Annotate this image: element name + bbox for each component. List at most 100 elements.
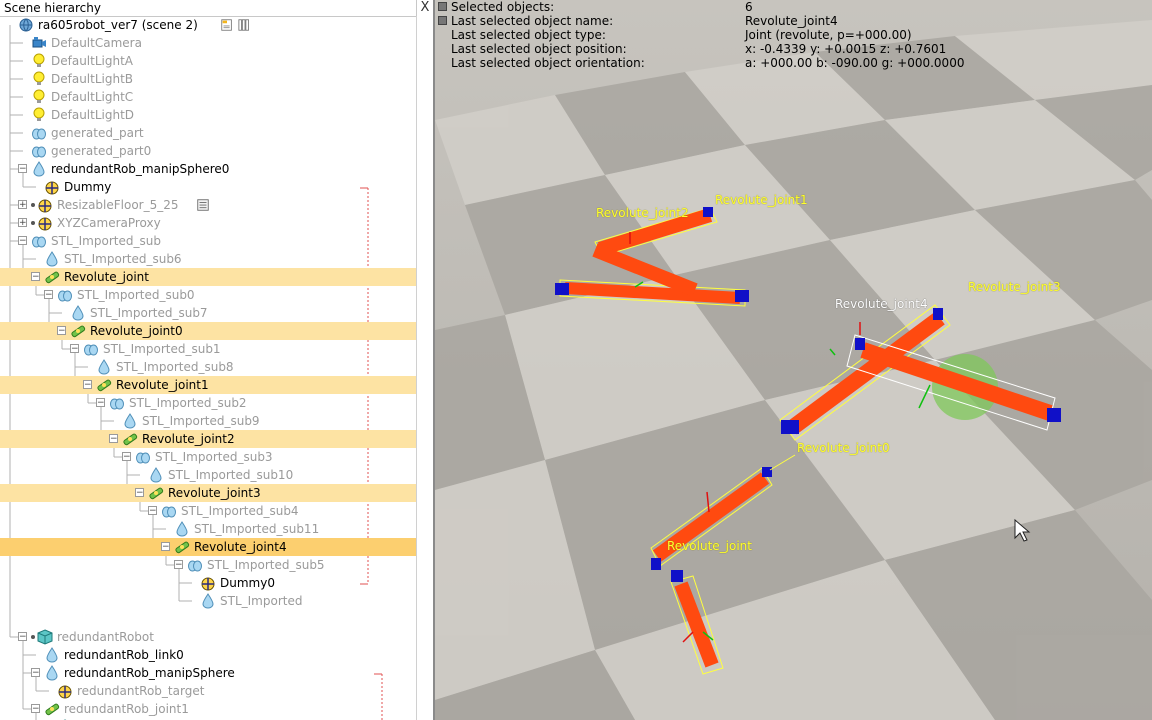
viewport-label-joint0[interactable]: Revolute_joint0 <box>797 441 890 455</box>
tree-row[interactable]: − Revolute_joint0 <box>0 322 416 340</box>
tree-item-label: Revolute_joint3 <box>168 486 261 500</box>
tree-row[interactable]: generated_part0 <box>0 142 416 160</box>
close-icon[interactable]: X <box>416 0 433 16</box>
info-toggle-icon[interactable] <box>438 16 447 25</box>
collapse-icon[interactable]: − <box>122 452 131 462</box>
scene-viewport[interactable]: Revolute_joint2 Revolute_joint1 Revolute… <box>435 0 1152 720</box>
collapse-icon[interactable]: − <box>57 326 66 336</box>
tree-item-label: STL_Imported_sub8 <box>116 360 234 374</box>
tree-row[interactable]: generated_part <box>0 124 416 142</box>
shape-drop-icon <box>150 467 162 483</box>
tree-row[interactable]: redundantRob_link0 <box>0 646 416 664</box>
collapse-icon[interactable]: − <box>18 632 27 642</box>
collapse-icon[interactable]: − <box>174 560 183 570</box>
tree-item-label: STL_Imported_sub6 <box>64 252 182 266</box>
compound-shape-icon <box>84 344 98 356</box>
tree-row[interactable]: − redundantRob_manipSphere <box>0 664 416 682</box>
collapse-icon[interactable]: − <box>31 272 40 282</box>
viewport-label-joint[interactable]: Revolute_joint <box>667 539 752 553</box>
collapse-icon[interactable]: − <box>83 380 92 390</box>
panel-title: Scene hierarchy <box>4 1 101 15</box>
collapse-icon[interactable]: − <box>18 164 27 174</box>
info-toggle-icon[interactable] <box>438 2 447 11</box>
tree-row[interactable]: − STL_Imported_sub5 <box>0 556 416 574</box>
script-icon[interactable] <box>196 198 210 212</box>
viewport-label-joint4[interactable]: Revolute_joint4 <box>835 297 928 311</box>
tree-item-label: Dummy <box>64 180 112 194</box>
tree-row[interactable]: ra605robot_ver7 (scene 2) <box>0 16 416 34</box>
model-marker-icon <box>31 635 35 639</box>
tree-row[interactable]: Dummy0 <box>0 574 416 592</box>
tree-row[interactable]: − Revolute_joint <box>0 268 416 286</box>
viewport-label-joint1[interactable]: Revolute_joint1 <box>715 193 808 207</box>
compound-shape-icon <box>188 560 202 572</box>
collapse-icon[interactable]: − <box>109 434 118 444</box>
tree-row[interactable]: STL_Imported_sub6 <box>0 250 416 268</box>
scene-page-icon[interactable] <box>220 18 234 32</box>
tree-row[interactable]: DefaultLightB <box>0 70 416 88</box>
collapse-icon[interactable]: − <box>18 236 27 246</box>
tree-row[interactable]: − STL_Imported_sub3 <box>0 448 416 466</box>
expand-icon[interactable]: + <box>18 218 27 228</box>
tree-row[interactable]: STL_Imported_sub10 <box>0 466 416 484</box>
collapse-icon[interactable]: − <box>70 344 79 354</box>
collapse-icon[interactable]: − <box>135 488 144 498</box>
collapse-icon[interactable]: − <box>44 290 53 300</box>
tree-row[interactable]: − redundantRob_manipSphere0 <box>0 160 416 178</box>
tree-row[interactable]: − Revolute_joint1 <box>0 376 416 394</box>
shape-drop-icon <box>124 413 136 429</box>
scene-layers-icon[interactable] <box>238 18 252 32</box>
light-bulb-icon <box>33 89 45 103</box>
tree-row[interactable]: − Revolute_joint2 <box>0 430 416 448</box>
compound-shape-icon <box>136 452 150 464</box>
tree-row[interactable]: DefaultLightA <box>0 52 416 70</box>
collapse-icon[interactable]: − <box>31 704 40 714</box>
tree-row[interactable]: − STL_Imported_sub <box>0 232 416 250</box>
tree-row[interactable]: − redundantRobot <box>0 628 416 646</box>
tree-item-label: STL_Imported_sub <box>51 234 161 248</box>
tree-row[interactable]: Dummy <box>0 178 416 196</box>
tree-row[interactable]: STL_Imported_sub9 <box>0 412 416 430</box>
tree-item-label: STL_Imported <box>220 594 303 608</box>
tree-row[interactable]: − Revolute_joint4 <box>0 538 416 556</box>
tree-row[interactable]: STL_Imported_sub11 <box>0 520 416 538</box>
tree-item-label: STL_Imported_sub2 <box>129 396 247 410</box>
tree-row[interactable]: STL_Imported_sub7 <box>0 304 416 322</box>
collapse-icon[interactable]: − <box>148 506 157 516</box>
compound-shape-icon <box>162 506 176 518</box>
tree-row[interactable]: − STL_Imported_sub2 <box>0 394 416 412</box>
tree-row[interactable]: − STL_Imported_sub1 <box>0 340 416 358</box>
tree-row[interactable]: − redundantRob_joint1 <box>0 700 416 718</box>
joint-icon <box>71 325 86 338</box>
collapse-icon[interactable]: − <box>161 542 170 552</box>
joint-icon <box>97 379 112 392</box>
tree-row[interactable]: DefaultCamera <box>0 34 416 52</box>
compound-shape-icon <box>32 236 46 248</box>
tree-item-label: generated_part <box>51 126 144 140</box>
tree-row[interactable]: DefaultLightC <box>0 88 416 106</box>
tree-row[interactable]: + XYZCameraProxy <box>0 214 416 232</box>
collapse-icon[interactable]: − <box>31 668 40 678</box>
info-row-object-position: Last selected object position: x: -0.433… <box>435 42 1152 56</box>
tree-row[interactable]: + ResizableFloor_5_25 <box>0 196 416 214</box>
collapse-icon[interactable]: − <box>96 398 105 408</box>
tree-row[interactable]: STL_Imported_sub8 <box>0 358 416 376</box>
viewport-label-joint3[interactable]: Revolute_joint3 <box>968 280 1061 294</box>
tree-row[interactable]: DefaultLightD <box>0 106 416 124</box>
tree-item-label: Revolute_joint4 <box>194 540 287 554</box>
selection-info-overlay: Selected objects: 6 Last selected object… <box>435 0 1152 72</box>
tree-vertical-scrollbar[interactable] <box>416 16 433 720</box>
tree-row[interactable]: STL_Imported <box>0 592 416 610</box>
tree-row[interactable]: redundantRob_target <box>0 682 416 700</box>
compound-shape-icon <box>32 128 46 140</box>
tree-item-label: Revolute_joint1 <box>116 378 209 392</box>
tree-row[interactable]: − STL_Imported_sub0 <box>0 286 416 304</box>
scene-globe-icon <box>19 18 33 32</box>
shape-drop-icon <box>202 593 214 609</box>
expand-icon[interactable]: + <box>18 200 27 210</box>
tree-row[interactable]: − STL_Imported_sub4 <box>0 502 416 520</box>
info-row-object-type: Last selected object type: Joint (revolu… <box>435 28 1152 42</box>
compound-shape-icon <box>58 290 72 302</box>
tree-row[interactable]: − Revolute_joint3 <box>0 484 416 502</box>
viewport-label-joint2[interactable]: Revolute_joint2 <box>596 206 689 220</box>
